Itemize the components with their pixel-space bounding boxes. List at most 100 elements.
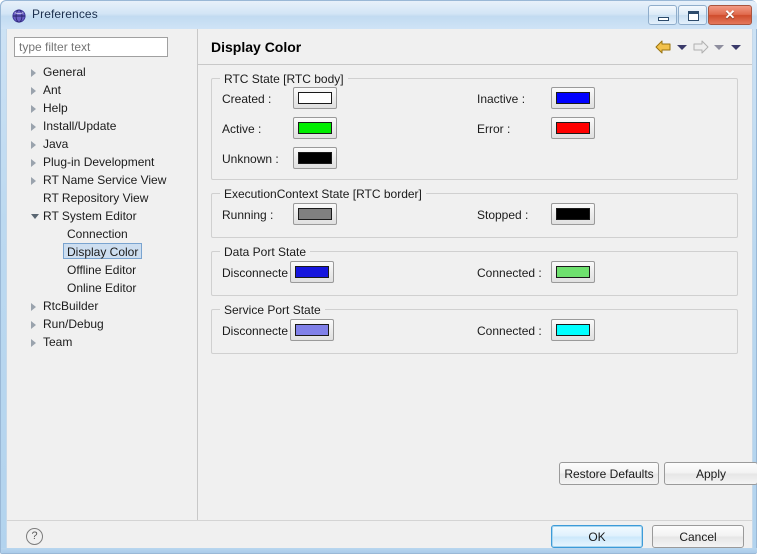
tree-item-label: RtcBuilder	[43, 297, 98, 315]
color-swatch-service-connected[interactable]	[551, 319, 595, 341]
tree-item-label: General	[43, 63, 86, 81]
color-swatch-unknown[interactable]	[293, 147, 337, 169]
minimize-button[interactable]	[648, 5, 677, 25]
window-title: Preferences	[32, 7, 98, 21]
tree-collapsed-arrow-icon[interactable]	[31, 87, 36, 95]
tree-collapsed-arrow-icon[interactable]	[31, 303, 36, 311]
help-icon[interactable]: ?	[26, 528, 43, 545]
tree-collapsed-arrow-icon[interactable]	[31, 141, 36, 149]
color-preview	[298, 122, 332, 134]
color-preview	[556, 92, 590, 104]
window-controls: ✕	[648, 5, 752, 25]
back-arrow-icon[interactable]	[655, 40, 672, 54]
color-swatch-data-connected[interactable]	[551, 261, 595, 283]
group-data-port-state: Data Port State Disconnecte Connected :	[211, 251, 738, 296]
tree-item-label: Offline Editor	[67, 261, 136, 279]
display-color-page: Display Color RTC State [RTC body] Creat…	[198, 29, 752, 520]
dialog-body: GeneralAntHelpInstall/UpdateJavaPlug-in …	[6, 29, 753, 550]
filter-input[interactable]	[14, 37, 168, 57]
color-swatch-created[interactable]	[293, 87, 337, 109]
tree-collapsed-arrow-icon[interactable]	[31, 321, 36, 329]
label-active: Active :	[222, 122, 261, 136]
dialog-footer: ? OK Cancel	[7, 521, 752, 550]
color-preview	[556, 208, 590, 220]
restore-button[interactable]	[678, 5, 707, 25]
group-service-port-state: Service Port State Disconnecte Connected…	[211, 309, 738, 354]
color-swatch-service-disconnected[interactable]	[290, 319, 334, 341]
label-created: Created :	[222, 92, 271, 106]
color-preview	[298, 208, 332, 220]
tree-collapsed-arrow-icon[interactable]	[31, 69, 36, 77]
color-preview	[295, 266, 329, 278]
tree-collapsed-arrow-icon[interactable]	[31, 123, 36, 131]
page-title: Display Color	[211, 39, 301, 55]
color-swatch-stopped[interactable]	[551, 203, 595, 225]
tree-item-label: RT System Editor	[43, 207, 137, 225]
view-menu-chevron-down-icon[interactable]	[731, 45, 741, 50]
globe-icon	[12, 9, 26, 23]
tree-item[interactable]: RT System Editor	[7, 207, 191, 225]
close-icon: ✕	[709, 6, 751, 24]
window-bottom-edge	[1, 548, 757, 553]
color-swatch-active[interactable]	[293, 117, 337, 139]
tree-collapsed-arrow-icon[interactable]	[31, 159, 36, 167]
tree-item-label: Online Editor	[67, 279, 136, 297]
tree-expanded-arrow-icon[interactable]	[31, 214, 39, 219]
tree-item[interactable]: Plug-in Development	[7, 153, 191, 171]
preferences-tree[interactable]: GeneralAntHelpInstall/UpdateJavaPlug-in …	[7, 63, 191, 518]
tree-item[interactable]: Offline Editor	[7, 261, 191, 279]
color-swatch-error[interactable]	[551, 117, 595, 139]
back-history-chevron-down-icon[interactable]	[677, 45, 687, 50]
label-unknown: Unknown :	[222, 152, 279, 166]
group-title: Data Port State	[220, 245, 310, 259]
tree-item[interactable]: Install/Update	[7, 117, 191, 135]
group-title: Service Port State	[220, 303, 325, 317]
header-separator	[198, 64, 752, 65]
preferences-window: Preferences ✕ GeneralAntHelpInstall/Upda…	[0, 0, 757, 554]
apply-button[interactable]: Apply	[664, 462, 757, 485]
tree-item[interactable]: Connection	[7, 225, 191, 243]
label-service-disconnected: Disconnecte	[222, 324, 290, 338]
forward-arrow-icon	[692, 40, 709, 54]
group-rtc-state: RTC State [RTC body] Created : Inactive …	[211, 78, 738, 180]
close-button[interactable]: ✕	[708, 5, 752, 25]
tree-item[interactable]: RT Repository View	[7, 189, 191, 207]
color-swatch-running[interactable]	[293, 203, 337, 225]
label-inactive: Inactive :	[477, 92, 525, 106]
tree-item[interactable]: Display Color	[7, 243, 191, 261]
color-preview	[298, 92, 332, 104]
tree-item-label: Run/Debug	[43, 315, 104, 333]
tree-item-label: RT Name Service View	[43, 171, 166, 189]
tree-item[interactable]: Team	[7, 333, 191, 351]
window-titlebar[interactable]: Preferences ✕	[1, 1, 757, 29]
color-swatch-inactive[interactable]	[551, 87, 595, 109]
tree-item-label: Plug-in Development	[43, 153, 154, 171]
tree-item[interactable]: RT Name Service View	[7, 171, 191, 189]
restore-defaults-button[interactable]: Restore Defaults	[559, 462, 659, 485]
group-title: RTC State [RTC body]	[220, 72, 348, 86]
color-preview	[556, 324, 590, 336]
tree-item[interactable]: Online Editor	[7, 279, 191, 297]
page-navigation	[655, 40, 743, 54]
color-preview	[298, 152, 332, 164]
label-error: Error :	[477, 122, 510, 136]
tree-item-label: RT Repository View	[43, 189, 148, 207]
ok-button[interactable]: OK	[551, 525, 643, 548]
tree-item-label: Display Color	[63, 243, 142, 259]
tree-item-label: Ant	[43, 81, 61, 99]
tree-item-label: Help	[43, 99, 68, 117]
tree-item[interactable]: General	[7, 63, 191, 81]
tree-item[interactable]: Run/Debug	[7, 315, 191, 333]
tree-item[interactable]: Java	[7, 135, 191, 153]
tree-collapsed-arrow-icon[interactable]	[31, 339, 36, 347]
group-title: ExecutionContext State [RTC border]	[220, 187, 426, 201]
tree-item-label: Team	[43, 333, 72, 351]
tree-item[interactable]: Ant	[7, 81, 191, 99]
tree-collapsed-arrow-icon[interactable]	[31, 177, 36, 185]
color-swatch-data-disconnected[interactable]	[290, 261, 334, 283]
tree-collapsed-arrow-icon[interactable]	[31, 105, 36, 113]
tree-item[interactable]: Help	[7, 99, 191, 117]
tree-item-label: Java	[43, 135, 68, 153]
cancel-button[interactable]: Cancel	[652, 525, 744, 548]
tree-item[interactable]: RtcBuilder	[7, 297, 191, 315]
